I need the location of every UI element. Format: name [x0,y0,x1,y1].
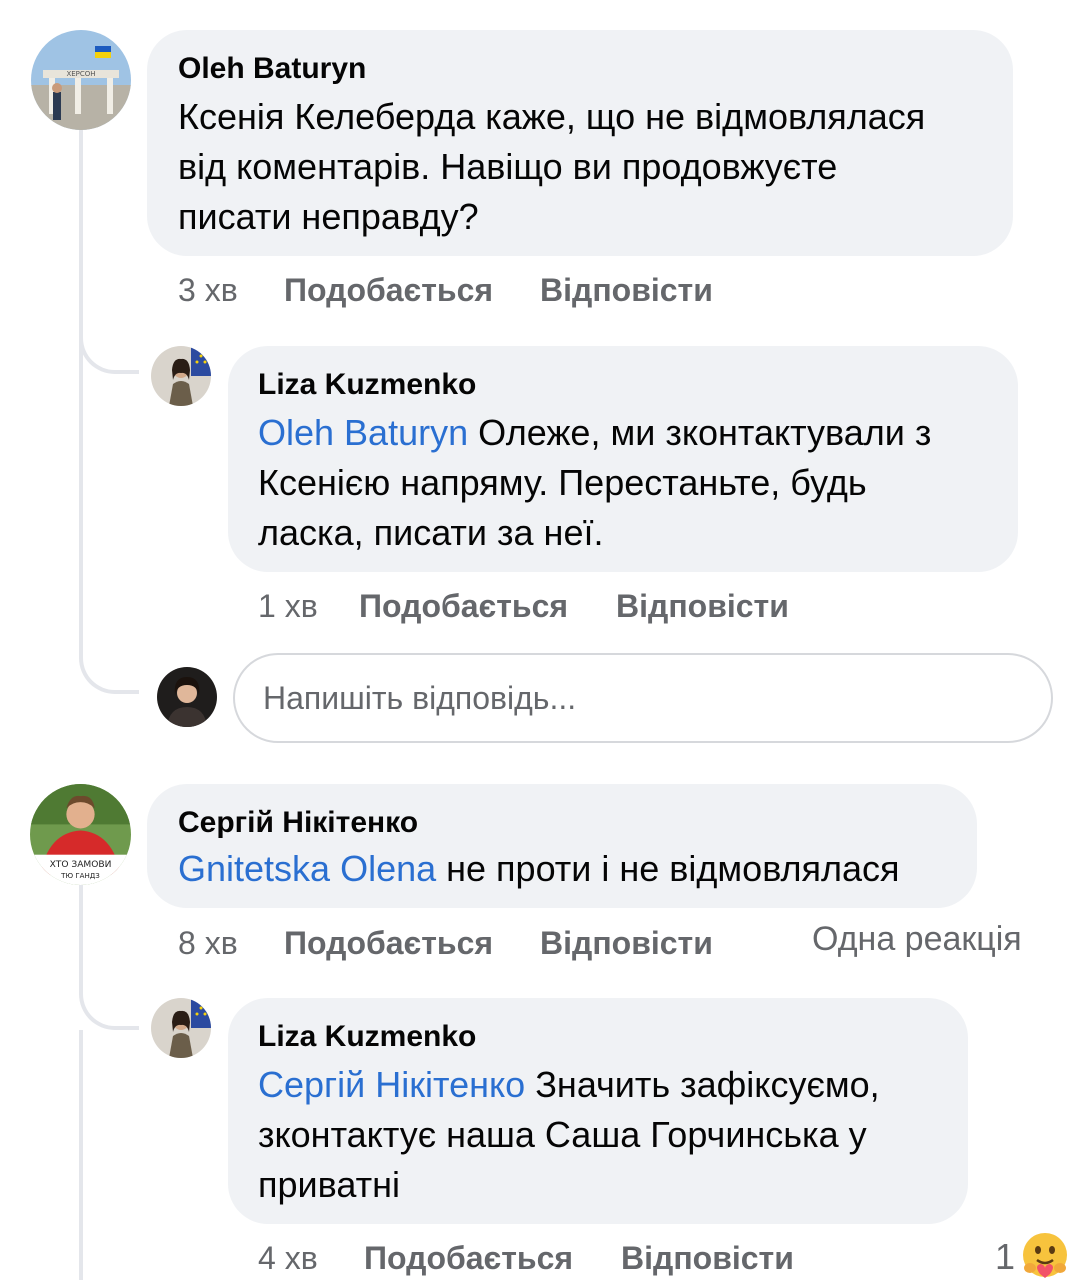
reply-timestamp[interactable]: 1 хв [258,588,318,625]
reaction-count[interactable]: 1 [995,1236,1015,1278]
comment-author[interactable]: Oleh Baturyn [178,52,366,86]
thread-line-1b [79,370,83,650]
reactions-summary[interactable]: Одна реакція [812,920,1022,959]
reply-text-line-3: приватні [258,1164,400,1205]
avatar-serhii-nikitenko[interactable]: ХТО ЗАМОВИ ТЮ ГАНДЗ [30,784,131,885]
reply-button[interactable]: Відповісти [540,925,713,962]
thread-line-2-branch [79,980,139,1030]
reply-author[interactable]: Liza Kuzmenko [258,1020,476,1054]
reply-author[interactable]: Liza Kuzmenko [258,368,476,402]
reply-text-after-mention: Значить зафіксуємо, [525,1064,880,1105]
comment-timestamp[interactable]: 8 хв [178,925,238,962]
avatar-liza-kuzmenko[interactable] [151,346,211,406]
thread-line-1-branch [79,330,139,374]
reply-button[interactable]: Відповісти [616,588,789,625]
thread-line-1-branch-input [79,650,139,694]
avatar-oleh-baturyn[interactable]: ХЕРСОН [31,30,131,130]
comment-text-after-mention: не проти і не відмовлялася [436,848,900,889]
reply-text-line-1: Сергій Нікітенко Значить зафіксуємо, [258,1060,880,1110]
reply-text-line-2: Ксенією напряму. Перестаньте, будь [258,462,867,503]
like-button[interactable]: Подобається [359,588,568,625]
reply-button[interactable]: Відповісти [621,1240,794,1277]
avatar-caption-line-2: ТЮ ГАНДЗ [60,871,100,880]
reply-text-line-3: ласка, писати за неї. [258,512,604,553]
reply-text-after-mention: Олеже, ми зконтактували з [468,412,932,453]
reply-timestamp[interactable]: 4 хв [258,1240,318,1277]
mention-link[interactable]: Oleh Baturyn [258,412,468,453]
like-button[interactable]: Подобається [284,925,493,962]
thread-line-2b [79,1030,83,1280]
like-button[interactable]: Подобається [364,1240,573,1277]
current-user-avatar [157,667,217,727]
reply-text-line-1: Oleh Baturyn Олеже, ми зконтактували з [258,408,931,458]
mention-link[interactable]: Сергій Нікітенко [258,1064,525,1105]
reply-button[interactable]: Відповісти [540,272,713,309]
comment-text-line-1: Gnitetska Olena не проти і не відмовляла… [178,844,900,894]
reply-text-line-2: зконтактує наша Саша Горчинська у [258,1114,867,1155]
avatar-caption-line-1: ХТО ЗАМОВИ [50,860,112,870]
thread-line-2 [79,885,83,985]
comment-text-line-1: Ксенія Келеберда каже, що не відмовлялас… [178,96,926,137]
avatar-sign-text: ХЕРСОН [66,70,95,78]
comment-timestamp[interactable]: 3 хв [178,272,238,309]
comment-text-line-2: від коментарів. Навіщо ви продовжуєте [178,146,838,187]
hug-emoji-icon[interactable] [1020,1230,1070,1280]
avatar-liza-kuzmenko[interactable] [151,998,211,1058]
mention-link[interactable]: Gnitetska Olena [178,848,436,889]
reply-input-placeholder: Напишіть відповідь... [263,680,577,716]
like-button[interactable]: Подобається [284,272,493,309]
comment-author[interactable]: Сергій Нікітенко [178,806,418,840]
comment-text-line-3: писати неправду? [178,196,479,237]
